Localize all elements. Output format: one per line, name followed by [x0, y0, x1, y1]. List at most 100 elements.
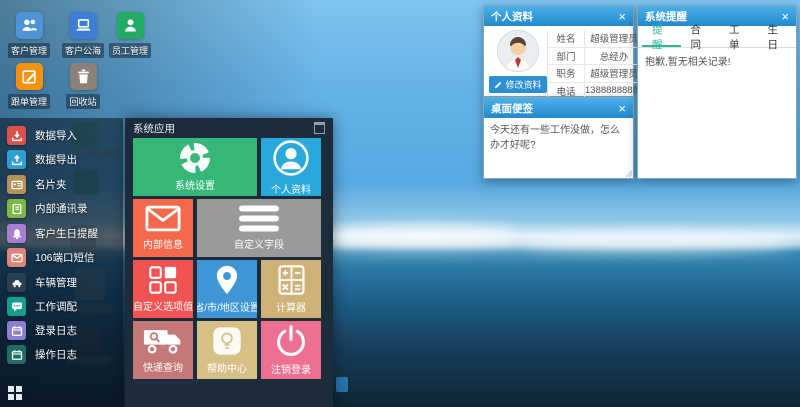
tile-system-settings[interactable]: 系统设置 [133, 138, 257, 196]
sidebar-item-label: 登录日志 [35, 323, 77, 338]
sidebar-item-label: 内部通讯录 [35, 201, 88, 216]
gear-icon [180, 143, 210, 173]
lightbulb-icon [212, 326, 242, 356]
tile-label: 系统设置 [175, 177, 215, 192]
sidebar-item-label: 操作日志 [35, 347, 77, 362]
tab-reminders[interactable]: 提醒 [642, 26, 681, 47]
tile-internal-messages[interactable]: 内部信息 [133, 199, 193, 257]
tile-label: 自定义字段 [234, 236, 284, 251]
menu-bars-icon [239, 205, 279, 232]
sidebar: 数据导入 数据导出 名片夹 内部通讯录 客户生日提醒 [0, 118, 123, 407]
sidebar-item-work-allocation[interactable]: 工作调配 [7, 297, 77, 316]
desktop-icon-label: 客户公海 [62, 43, 104, 58]
tile-calculator[interactable]: 计算器 [261, 260, 321, 318]
tile-custom-fields[interactable]: 自定义字段 [197, 199, 321, 257]
sidebar-item-vehicle-management[interactable]: 车辆管理 [7, 273, 77, 292]
tile-custom-options[interactable]: 自定义选项值 [133, 260, 193, 318]
edit-square-icon [16, 63, 43, 90]
tab-contracts[interactable]: 合同 [681, 26, 720, 47]
sidebar-item-label: 106端口短信 [35, 250, 95, 265]
tile-label: 省/市/地区设置 [197, 299, 257, 314]
field-label: 职务 [548, 65, 585, 82]
field-value: 超级管理员 [585, 31, 643, 45]
envelope-icon [145, 205, 181, 232]
desktop-icon-label: 回收站 [66, 94, 99, 109]
user-circle-icon [272, 139, 310, 177]
start-pane [8, 394, 14, 400]
reminder-tabbar: 提醒 合同 工单 生日 [638, 26, 796, 48]
desktop-icon-label: 员工管理 [109, 43, 151, 58]
field-label: 部门 [548, 48, 585, 65]
avatar [497, 30, 539, 72]
employee-icon [117, 12, 144, 39]
tile-label: 帮助中心 [207, 360, 247, 375]
tile-label: 自定义选项值 [133, 298, 193, 313]
profile-row: 职务 超级管理员 [548, 65, 643, 83]
trash-icon [70, 63, 97, 90]
profile-table: 姓名 超级管理员 部门 总经办 职务 超级管理员 电话 13888888888 [547, 30, 643, 99]
panel-title: 系统应用 [133, 121, 175, 136]
tile-region-settings[interactable]: 省/市/地区设置 [197, 260, 257, 318]
tile-help-center[interactable]: 帮助中心 [197, 321, 257, 379]
desktop-icon-order-management[interactable]: 跟单管理 [1, 63, 57, 109]
resize-handle-icon[interactable] [624, 169, 632, 177]
export-icon [7, 150, 26, 169]
car-icon [7, 273, 26, 292]
ghost-desktop-icon [336, 377, 348, 392]
profile-panel-header: 个人资料 × [484, 6, 633, 26]
reminder-content: 抱歉,暂无相关记录! [638, 48, 796, 178]
tab-birthdays[interactable]: 生日 [758, 26, 797, 47]
note-panel: 桌面便签 × 今天还有一些工作没做，怎么办才好呢? [483, 97, 634, 179]
tile-personal-profile[interactable]: 个人资料 [261, 138, 321, 196]
sidebar-item-sms-port[interactable]: 106端口短信 [7, 248, 95, 267]
profile-row: 姓名 超级管理员 [548, 30, 643, 48]
sidebar-item-card-holder[interactable]: 名片夹 [7, 175, 67, 194]
edit-profile-button[interactable]: 修改资料 [489, 76, 546, 93]
note-text: 今天还有一些工作没做，怎么办才好呢? [490, 125, 620, 151]
profile-row: 部门 总经办 [548, 48, 643, 66]
field-label: 姓名 [548, 30, 585, 47]
id-card-icon [7, 175, 26, 194]
tile-label: 注销登录 [271, 361, 311, 376]
start-pane [16, 386, 22, 392]
map-pin-icon [215, 265, 239, 295]
tile-logout[interactable]: 注销登录 [261, 321, 321, 379]
grid-squares-icon [149, 266, 177, 294]
sidebar-item-label: 客户生日提醒 [35, 226, 98, 241]
sidebar-item-data-import[interactable]: 数据导入 [7, 126, 77, 145]
tab-work-orders[interactable]: 工单 [719, 26, 758, 47]
sidebar-item-operation-log[interactable]: 操作日志 [7, 345, 77, 364]
panel-title: 个人资料 [491, 9, 533, 24]
profile-body: 修改资料 姓名 超级管理员 部门 总经办 职务 超级管理员 电话 1 [484, 26, 633, 103]
window-icon[interactable] [314, 122, 325, 134]
field-value: 超级管理员 [585, 66, 643, 80]
tile-label: 个人资料 [271, 181, 311, 196]
sidebar-item-internal-contacts[interactable]: 内部通讯录 [7, 199, 88, 218]
import-icon [7, 126, 26, 145]
desktop-icon-employee-management[interactable]: 员工管理 [102, 12, 158, 58]
start-pane [8, 386, 14, 392]
close-icon[interactable]: × [618, 10, 626, 23]
sidebar-item-birthday-reminder[interactable]: 客户生日提醒 [7, 224, 98, 243]
sidebar-item-label: 工作调配 [35, 299, 77, 314]
sidebar-item-label: 车辆管理 [35, 275, 77, 290]
profile-panel: 个人资料 × 修改资料 姓名 超级管理员 部门 总经办 [483, 5, 634, 97]
empty-state-text: 抱歉,暂无相关记录! [645, 57, 731, 68]
desktop-icon-label: 客户管理 [8, 43, 50, 58]
desktop-icon-recycle-bin[interactable]: 回收站 [55, 63, 111, 109]
start-button[interactable] [8, 386, 22, 400]
field-value: 13888888888 [585, 85, 643, 96]
contacts-book-icon [7, 199, 26, 218]
tile-express-tracking[interactable]: 快递查询 [133, 321, 193, 379]
sidebar-item-data-export[interactable]: 数据导出 [7, 150, 77, 169]
bell-icon [7, 224, 26, 243]
panel-title: 桌面便签 [491, 101, 533, 116]
pencil-icon [494, 81, 502, 89]
note-content[interactable]: 今天还有一些工作没做，怎么办才好呢? [484, 118, 633, 178]
close-icon[interactable]: × [618, 102, 626, 115]
desktop-icon-customer-management[interactable]: 客户管理 [1, 12, 57, 58]
profile-left-column: 修改资料 [489, 30, 547, 99]
sidebar-item-login-log[interactable]: 登录日志 [7, 321, 77, 340]
desktop-icon-label: 跟单管理 [8, 94, 50, 109]
start-pane [16, 394, 22, 400]
